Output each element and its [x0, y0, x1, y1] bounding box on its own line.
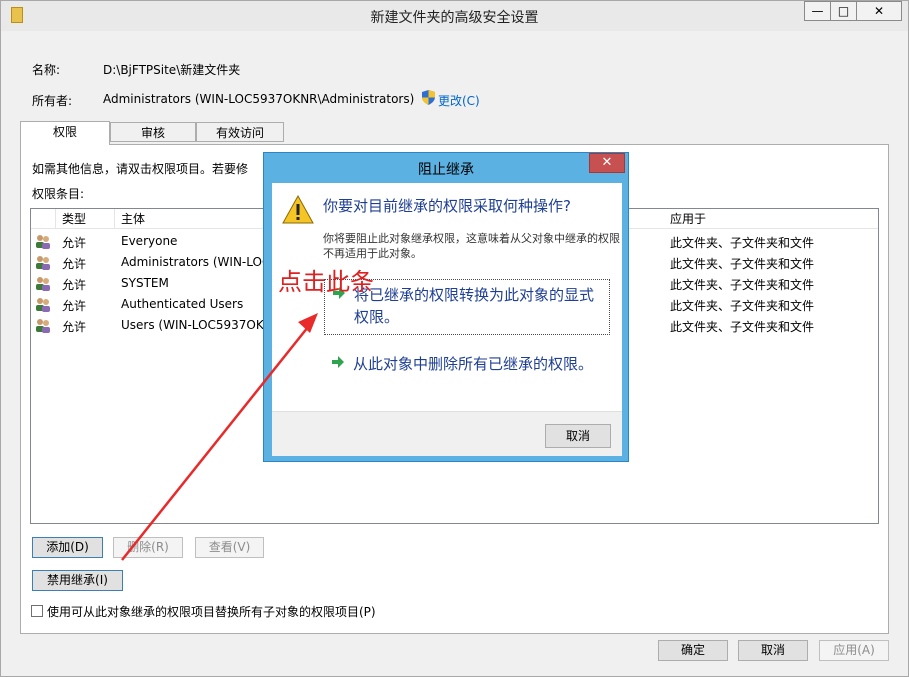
row-principal: Everyone — [121, 234, 178, 248]
users-icon — [36, 298, 50, 312]
owner-value: Administrators (WIN-LOC5937OKNR\Administ… — [103, 92, 415, 106]
shield-icon — [422, 90, 435, 105]
window-title: 新建文件夹的高级安全设置 — [370, 10, 539, 26]
tab-permissions[interactable]: 权限 — [20, 121, 110, 145]
apply-button[interactable]: 应用(A) — [819, 640, 889, 661]
users-icon — [36, 319, 50, 333]
annotation-text: 点击此条 — [278, 268, 374, 296]
tab-effective-access[interactable]: 有效访问 — [196, 122, 284, 142]
dialog-body: 你要对目前继承的权限采取何种操作? 你将要阻止此对象继承权限，这意味着从父对象中… — [272, 183, 622, 456]
row-principal: SYSTEM — [121, 276, 169, 290]
row-type: 允许 — [62, 320, 87, 334]
dialog-footer: 取消 — [272, 411, 622, 456]
option-label: 将已继承的权限转换为此对象的显式权限。 — [354, 286, 595, 326]
add-button[interactable]: 添加(D) — [32, 537, 103, 558]
users-icon — [36, 256, 50, 270]
row-principal: Users (WIN-LOC5937OK — [121, 318, 264, 332]
minimize-button[interactable]: — — [804, 1, 831, 21]
users-icon — [36, 235, 50, 249]
replace-child-permissions-checkbox[interactable] — [31, 605, 43, 617]
tab-auditing[interactable]: 审核 — [110, 122, 196, 142]
replace-child-permissions-label[interactable]: 使用可从此对象继承的权限项目替换所有子对象的权限项目(P) — [47, 603, 376, 620]
disable-inheritance-button[interactable]: 禁用继承(I) — [32, 570, 123, 591]
warning-icon — [282, 195, 314, 224]
row-apply-to: 此文件夹、子文件夹和文件 — [670, 257, 815, 271]
row-apply-to: 此文件夹、子文件夹和文件 — [670, 278, 815, 292]
row-apply-to: 此文件夹、子文件夹和文件 — [670, 236, 815, 250]
title-bar[interactable]: 新建文件夹的高级安全设置 — □ ✕ — [1, 1, 908, 31]
dialog-cancel-button[interactable]: 取消 — [545, 424, 611, 448]
row-apply-to: 此文件夹、子文件夹和文件 — [670, 299, 815, 313]
maximize-button[interactable]: □ — [830, 1, 857, 21]
ok-button[interactable]: 确定 — [658, 640, 728, 661]
option-label: 从此对象中删除所有已继承的权限。 — [353, 355, 594, 373]
close-button[interactable]: ✕ — [856, 1, 902, 21]
dialog-title: 阻止继承 — [418, 162, 474, 178]
remove-button[interactable]: 删除(R) — [113, 537, 183, 558]
dialog-question: 你要对目前继承的权限采取何种操作? — [323, 197, 571, 215]
row-type: 允许 — [62, 257, 87, 271]
dialog-description: 你将要阻止此对象继承权限，这意味着从父对象中继承的权限不再适用于此对象。 — [323, 232, 620, 260]
row-principal: Administrators (WIN-LOC — [121, 255, 271, 269]
owner-label: 所有者: — [32, 94, 73, 108]
block-inheritance-dialog: 阻止继承 ✕ 你要对目前继承的权限采取何种操作? 你将要阻止此对象继承权限，这意… — [263, 152, 629, 462]
column-header-type[interactable]: 类型 — [56, 209, 115, 229]
row-type: 允许 — [62, 299, 87, 313]
remove-inherited-permissions-option[interactable]: 从此对象中删除所有已继承的权限。 — [324, 349, 610, 397]
permission-entries-label: 权限条目: — [32, 187, 85, 201]
users-icon — [36, 277, 50, 291]
green-arrow-icon — [332, 356, 344, 368]
column-header-apply-to[interactable]: 应用于 — [664, 209, 878, 229]
change-owner-link[interactable]: 更改(C) — [438, 92, 480, 109]
row-principal: Authenticated Users — [121, 297, 244, 311]
column-header-icon[interactable] — [31, 209, 56, 229]
name-value: D:\BjFTPSite\新建文件夹 — [103, 63, 241, 77]
view-button[interactable]: 查看(V) — [195, 537, 264, 558]
row-apply-to: 此文件夹、子文件夹和文件 — [670, 320, 815, 334]
cancel-button[interactable]: 取消 — [738, 640, 808, 661]
row-type: 允许 — [62, 236, 87, 250]
row-type: 允许 — [62, 278, 87, 292]
info-text: 如需其他信息，请双击权限项目。若要修 — [32, 162, 249, 176]
name-label: 名称: — [32, 63, 61, 77]
dialog-close-button[interactable]: ✕ — [589, 153, 625, 173]
